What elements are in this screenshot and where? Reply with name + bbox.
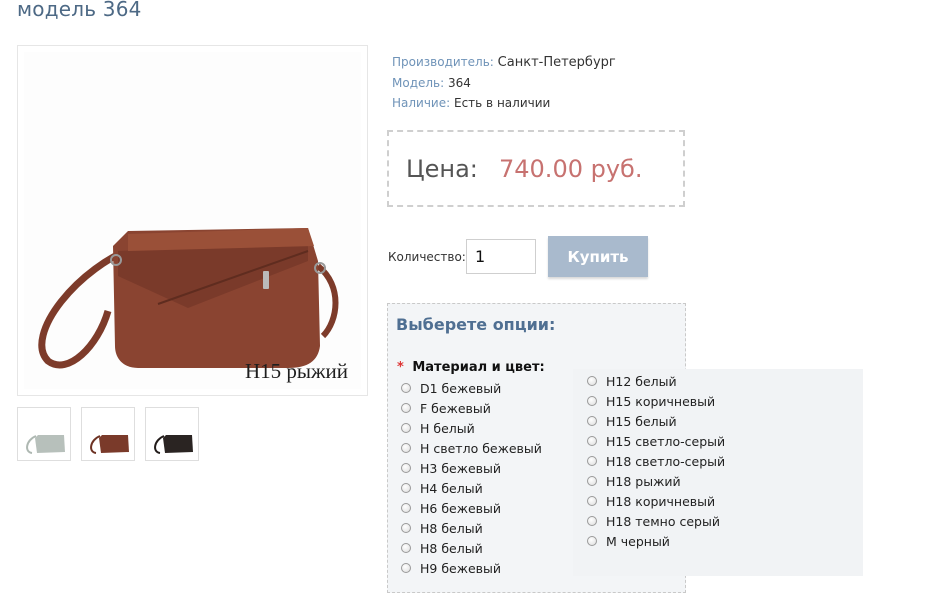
options-column-1: D1 бежевый F бежевый H белый H светло бе… <box>401 378 542 578</box>
maker-value: Санкт-Петербург <box>497 55 616 70</box>
stock-row: Наличие: Есть в наличии <box>392 93 616 113</box>
options-column-2: H12 белый H15 коричневый H15 белый H15 с… <box>587 371 725 551</box>
option-label: H15 светло-серый <box>606 433 726 449</box>
stock-label: Наличие: <box>392 96 451 110</box>
option-item[interactable]: F бежевый <box>401 398 542 418</box>
radio-button[interactable] <box>401 463 411 473</box>
thumbnail-brown[interactable] <box>81 407 135 461</box>
radio-button[interactable] <box>587 516 597 526</box>
maker-label: Производитель: <box>392 55 494 69</box>
option-item[interactable]: H8 белый <box>401 518 542 538</box>
option-label: H9 бежевый <box>420 560 502 576</box>
radio-button[interactable] <box>401 423 411 433</box>
thumbnail-black[interactable] <box>145 407 199 461</box>
bag-thumb-brown-icon <box>90 435 129 454</box>
option-label: H белый <box>420 420 475 436</box>
option-label: H12 белый <box>606 373 677 389</box>
bag-thumb-black-icon <box>154 435 193 454</box>
model-label: Модель: <box>392 76 445 90</box>
stock-value: Есть в наличии <box>454 96 551 110</box>
option-item[interactable]: D1 бежевый <box>401 378 542 398</box>
radio-button[interactable] <box>587 496 597 506</box>
option-label: D1 бежевый <box>420 380 502 396</box>
option-label: F бежевый <box>420 400 491 416</box>
option-label: H18 рыжий <box>606 473 681 489</box>
option-label: H15 коричневый <box>606 393 716 409</box>
bag-thumb-gray-icon <box>26 435 65 454</box>
price-box: Цена: 740.00 руб. <box>387 130 685 207</box>
option-label: H6 бежевый <box>420 500 502 516</box>
required-mark: * <box>397 360 404 375</box>
buy-button[interactable]: Купить <box>548 236 648 277</box>
thumbnail-gray[interactable] <box>17 407 71 461</box>
radio-button[interactable] <box>401 563 411 573</box>
option-label: M черный <box>606 533 670 549</box>
option-label: H светло бежевый <box>420 440 542 456</box>
radio-button[interactable] <box>587 536 597 546</box>
radio-button[interactable] <box>587 476 597 486</box>
option-item[interactable]: H18 темно серый <box>587 511 725 531</box>
radio-button[interactable] <box>401 443 411 453</box>
option-label: H18 светло-серый <box>606 453 726 469</box>
model-row: Модель: 364 <box>392 73 616 93</box>
quantity-label: Количество: <box>388 250 466 264</box>
quantity-input[interactable] <box>466 239 536 274</box>
option-label: H8 белый <box>420 540 483 556</box>
option-item[interactable]: H15 коричневый <box>587 391 725 411</box>
option-item[interactable]: H4 белый <box>401 478 542 498</box>
radio-button[interactable] <box>401 383 411 393</box>
material-color-label-text: Материал и цвет: <box>412 360 545 375</box>
product-info: Производитель: Санкт-Петербург Модель: 3… <box>392 52 616 113</box>
material-color-label: * Материал и цвет: <box>397 360 545 375</box>
price-label: Цена: <box>406 155 478 183</box>
radio-button[interactable] <box>401 403 411 413</box>
option-item[interactable]: H9 бежевый <box>401 558 542 578</box>
maker-row: Производитель: Санкт-Петербург <box>392 52 616 73</box>
radio-button[interactable] <box>587 456 597 466</box>
radio-button[interactable] <box>401 543 411 553</box>
radio-button[interactable] <box>587 436 597 446</box>
radio-button[interactable] <box>587 376 597 386</box>
image-caption: Н15 рыжий <box>245 359 349 383</box>
thumbnail-strip <box>17 407 199 461</box>
option-item[interactable]: H белый <box>401 418 542 438</box>
radio-button[interactable] <box>587 416 597 426</box>
radio-button[interactable] <box>401 503 411 513</box>
radio-button[interactable] <box>401 523 411 533</box>
option-label: H15 белый <box>606 413 677 429</box>
option-label: H4 белый <box>420 480 483 496</box>
product-main-image[interactable]: Н15 рыжий <box>17 45 368 396</box>
option-label: H18 коричневый <box>606 493 716 509</box>
option-item[interactable]: H15 белый <box>587 411 725 431</box>
model-value: 364 <box>448 76 471 90</box>
option-item[interactable]: H светло бежевый <box>401 438 542 458</box>
radio-button[interactable] <box>401 483 411 493</box>
page-title: модель 364 <box>17 0 142 21</box>
option-item[interactable]: H18 светло-серый <box>587 451 725 471</box>
bag-illustration <box>38 228 339 369</box>
option-label: H3 бежевый <box>420 460 502 476</box>
radio-button[interactable] <box>587 396 597 406</box>
price-value: 740.00 руб. <box>499 155 643 183</box>
option-label: H18 темно серый <box>606 513 720 529</box>
option-item[interactable]: M черный <box>587 531 725 551</box>
option-item[interactable]: H3 бежевый <box>401 458 542 478</box>
option-item[interactable]: H12 белый <box>587 371 725 391</box>
option-item[interactable]: H6 бежевый <box>401 498 542 518</box>
option-item[interactable]: H18 коричневый <box>587 491 725 511</box>
option-item[interactable]: H18 рыжий <box>587 471 725 491</box>
option-item[interactable]: H15 светло-серый <box>587 431 725 451</box>
options-title: Выберете опции: <box>396 315 556 334</box>
option-item[interactable]: H8 белый <box>401 538 542 558</box>
option-label: H8 белый <box>420 520 483 536</box>
